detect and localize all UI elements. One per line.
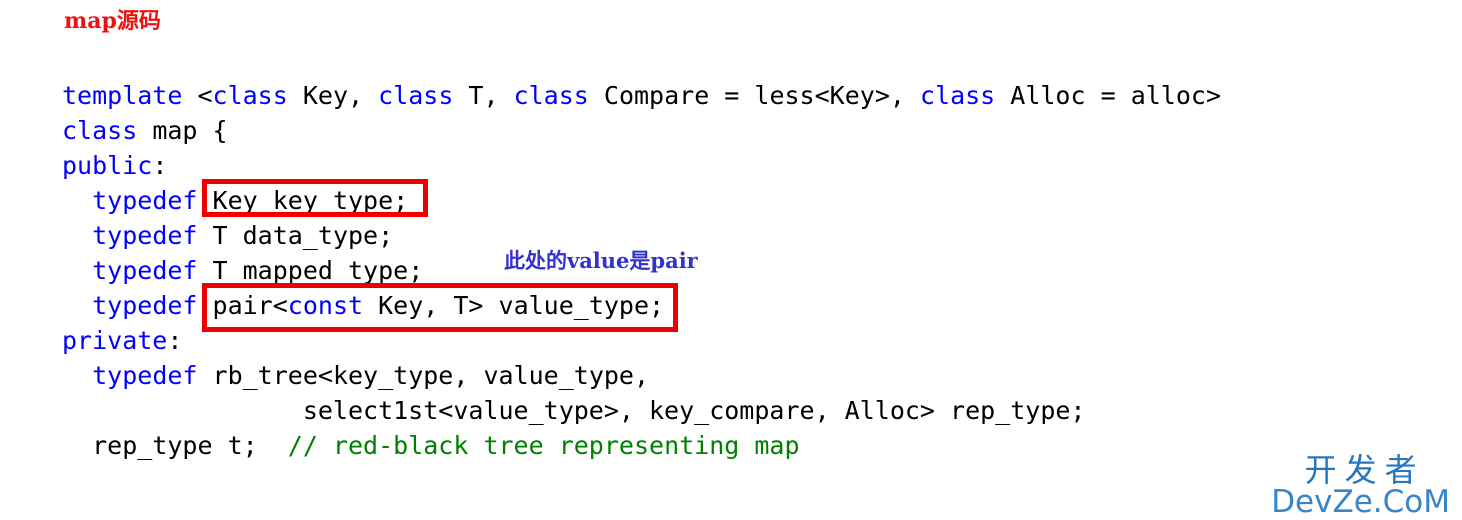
code-token: class [62, 116, 153, 145]
code-token: : [167, 326, 183, 355]
code-token: Alloc = alloc> [1010, 81, 1221, 110]
code-token: Key, T> value_type; [378, 291, 665, 320]
code-token: typedef [92, 186, 213, 215]
watermark: 开发者 DevZe.CoM [1271, 454, 1450, 518]
code-token: // red-black tree representing map [287, 431, 800, 460]
code-line: typedef rb_tree<key_type, value_type, [62, 358, 1221, 393]
code-token: typedef [92, 221, 213, 250]
code-token: typedef [92, 256, 213, 285]
code-token: pair< [212, 291, 288, 320]
code-token: template [62, 81, 198, 110]
code-token: class [212, 81, 303, 110]
code-token: private [62, 326, 168, 355]
code-line: typedef pair<const Key, T> value_type; [62, 288, 1221, 323]
code-token: const [287, 291, 379, 320]
code-line: private: [62, 323, 1221, 358]
code-token: class [919, 81, 1011, 110]
watermark-site-text: DevZe.CoM [1271, 484, 1450, 520]
annotation-value-is-pair: 此处的value是pair [504, 248, 698, 273]
code-token: Compare = less<Key>, [603, 81, 920, 110]
code-line: select1st<value_type>, key_compare, Allo… [62, 393, 1221, 428]
code-token: map { [152, 116, 228, 145]
code-token: public [62, 151, 153, 180]
code-token: rb_tree<key_type, value_type, [212, 361, 650, 390]
code-token: : [152, 151, 168, 180]
code-token: class [378, 81, 469, 110]
code-token: typedef [92, 361, 213, 390]
page-title: map源码 [64, 8, 161, 34]
watermark-chinese-text: 开发者 [1304, 451, 1425, 489]
code-line: class map { [62, 113, 1221, 148]
code-token: Key key_type; [212, 186, 409, 215]
code-line: template <class Key, class T, class Comp… [62, 78, 1221, 113]
code-token: Key, [302, 81, 379, 110]
code-token: T, [468, 81, 514, 110]
code-token: typedef [92, 291, 213, 320]
code-token: T mapped_type; [212, 256, 424, 285]
code-token: < [197, 81, 213, 110]
code-line: public: [62, 148, 1221, 183]
code-line: rep_type t; // red-black tree representi… [62, 428, 1221, 463]
code-line: typedef Key key_type; [62, 183, 1221, 218]
code-token: rep_type t; [62, 431, 288, 460]
code-token: select1st<value_type>, key_compare, Allo… [62, 396, 1086, 425]
code-token: T data_type; [212, 221, 394, 250]
code-token: class [513, 81, 604, 110]
